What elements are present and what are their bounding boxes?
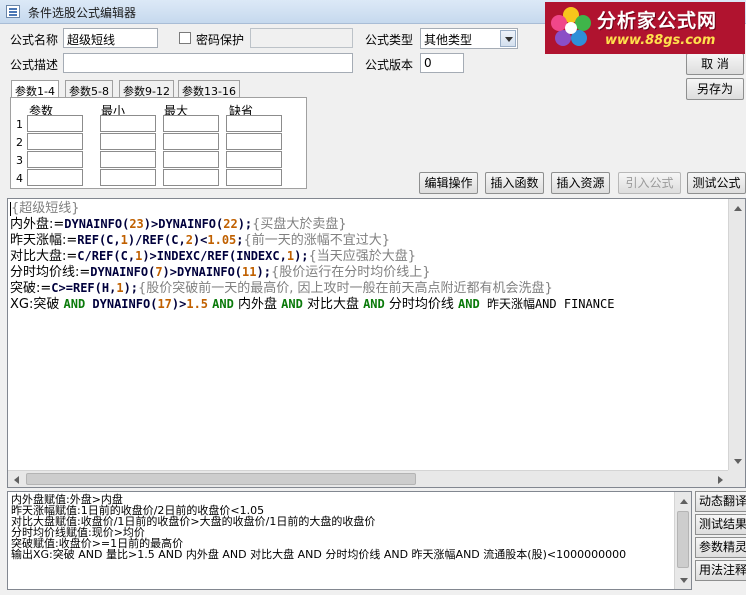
code-line-7: XG:突破 AND DYNAINFO(17)>1.5 AND 内外盘 AND 对…	[10, 297, 615, 312]
edit-ops-button[interactable]: 编辑操作	[419, 172, 478, 194]
param-row-number: 2	[16, 136, 23, 149]
formula-desc-input[interactable]	[63, 53, 353, 73]
translation-output[interactable]: 内外盘赋值:外盘>内盘 昨天涨幅赋值:1日前的收盘价/2日前的收盘价<1.05 …	[7, 491, 692, 590]
param-2-name[interactable]	[27, 133, 83, 150]
formula-editor[interactable]: {超级短线} 内外盘:=DYNAINFO(23)>DYNAINFO(22);{买…	[7, 198, 746, 488]
formula-type-select[interactable]: 其他类型	[420, 28, 518, 49]
scrollbar-corner	[728, 470, 745, 487]
password-input[interactable]	[250, 28, 353, 48]
formula-version-input[interactable]: 0	[420, 53, 464, 73]
insert-function-button[interactable]: 插入函数	[485, 172, 544, 194]
param-4-max[interactable]	[163, 169, 219, 186]
param-4-default[interactable]	[226, 169, 282, 186]
scroll-down-arrow-icon[interactable]	[675, 572, 691, 589]
tab-params-13-16[interactable]: 参数13-16	[178, 80, 240, 98]
param-1-min[interactable]	[100, 115, 156, 132]
param-row-number: 1	[16, 118, 23, 131]
param-wizard-button[interactable]: 参数精灵	[695, 537, 746, 558]
usage-notes-button[interactable]: 用法注释	[695, 560, 746, 581]
vertical-scroll-thumb[interactable]	[677, 511, 689, 568]
logo-title: 分析家公式网	[597, 10, 718, 32]
param-1-name[interactable]	[27, 115, 83, 132]
param-4-name[interactable]	[27, 169, 83, 186]
code-line-2: 内外盘:=DYNAINFO(23)>DYNAINFO(22);{买盘大於卖盘}	[10, 217, 347, 232]
horizontal-scroll-thumb[interactable]	[26, 473, 416, 485]
password-checkbox[interactable]	[179, 32, 191, 44]
tab-params-5-8[interactable]: 参数5-8	[65, 80, 113, 98]
scroll-right-arrow-icon[interactable]	[712, 471, 729, 487]
import-formula-button[interactable]: 引入公式	[618, 172, 681, 194]
param-3-min[interactable]	[100, 151, 156, 168]
tab-params-9-12[interactable]: 参数9-12	[119, 80, 174, 98]
formula-name-input[interactable]: 超级短线	[63, 28, 158, 48]
scroll-up-arrow-icon[interactable]	[729, 199, 745, 216]
code-line-4: 对比大盘:=C/REF(C,1)>INDEXC/REF(INDEXC,1);{当…	[10, 249, 417, 264]
save-as-button[interactable]: 另存为	[686, 78, 744, 100]
params-panel: 参数 最小 最大 缺省 1 2 3 4	[10, 97, 307, 189]
scroll-up-arrow-icon[interactable]	[675, 492, 691, 509]
scroll-left-arrow-icon[interactable]	[8, 471, 25, 487]
window-title: 条件选股公式编辑器	[28, 6, 137, 20]
code-line-6: 突破:=C>=REF(H,1);{股价突破前一天的最高价, 因上攻时一般在前天高…	[10, 281, 553, 296]
param-2-min[interactable]	[100, 133, 156, 150]
chevron-down-icon[interactable]	[500, 30, 516, 47]
output-vertical-scrollbar[interactable]	[674, 492, 691, 589]
param-1-default[interactable]	[226, 115, 282, 132]
param-row-number: 3	[16, 154, 23, 167]
code-line-5: 分时均价线:=DYNAINFO(7)>DYNAINFO(11);{股价运行在分时…	[10, 265, 431, 280]
site-logo: 分析家公式网 www.88gs.com	[545, 2, 745, 54]
param-2-max[interactable]	[163, 133, 219, 150]
code-line-3: 昨天涨幅:=REF(C,1)/REF(C,2)<1.05;{前一天的涨幅不宜过大…	[10, 233, 391, 248]
param-2-default[interactable]	[226, 133, 282, 150]
param-3-name[interactable]	[27, 151, 83, 168]
editor-vertical-scrollbar[interactable]	[728, 199, 745, 470]
code-line-1: {超级短线}	[10, 201, 80, 216]
formula-version-label: 公式版本	[365, 58, 414, 72]
test-result-button[interactable]: 测试结果	[695, 514, 746, 535]
password-label: 密码保护	[196, 33, 245, 47]
scroll-down-arrow-icon[interactable]	[729, 453, 745, 470]
formula-type-label: 公式类型	[365, 33, 414, 47]
param-3-max[interactable]	[163, 151, 219, 168]
test-formula-button[interactable]: 测试公式	[687, 172, 746, 194]
logo-url: www.88gs.com	[605, 33, 716, 48]
param-3-default[interactable]	[226, 151, 282, 168]
param-row-number: 4	[16, 172, 23, 185]
flower-logo-icon	[551, 7, 591, 46]
cancel-button[interactable]: 取 消	[686, 53, 744, 75]
app-icon	[6, 5, 20, 18]
insert-resource-button[interactable]: 插入资源	[551, 172, 610, 194]
output-line: 输出XG:突破 AND 量比>1.5 AND 内外盘 AND 对比大盘 AND …	[11, 548, 627, 561]
formula-desc-label: 公式描述	[10, 58, 59, 72]
formula-name-label: 公式名称	[10, 33, 59, 47]
formula-type-value: 其他类型	[424, 33, 473, 47]
dynamic-translate-button[interactable]: 动态翻译	[695, 491, 746, 512]
param-1-max[interactable]	[163, 115, 219, 132]
editor-horizontal-scrollbar[interactable]	[8, 470, 729, 487]
param-4-min[interactable]	[100, 169, 156, 186]
